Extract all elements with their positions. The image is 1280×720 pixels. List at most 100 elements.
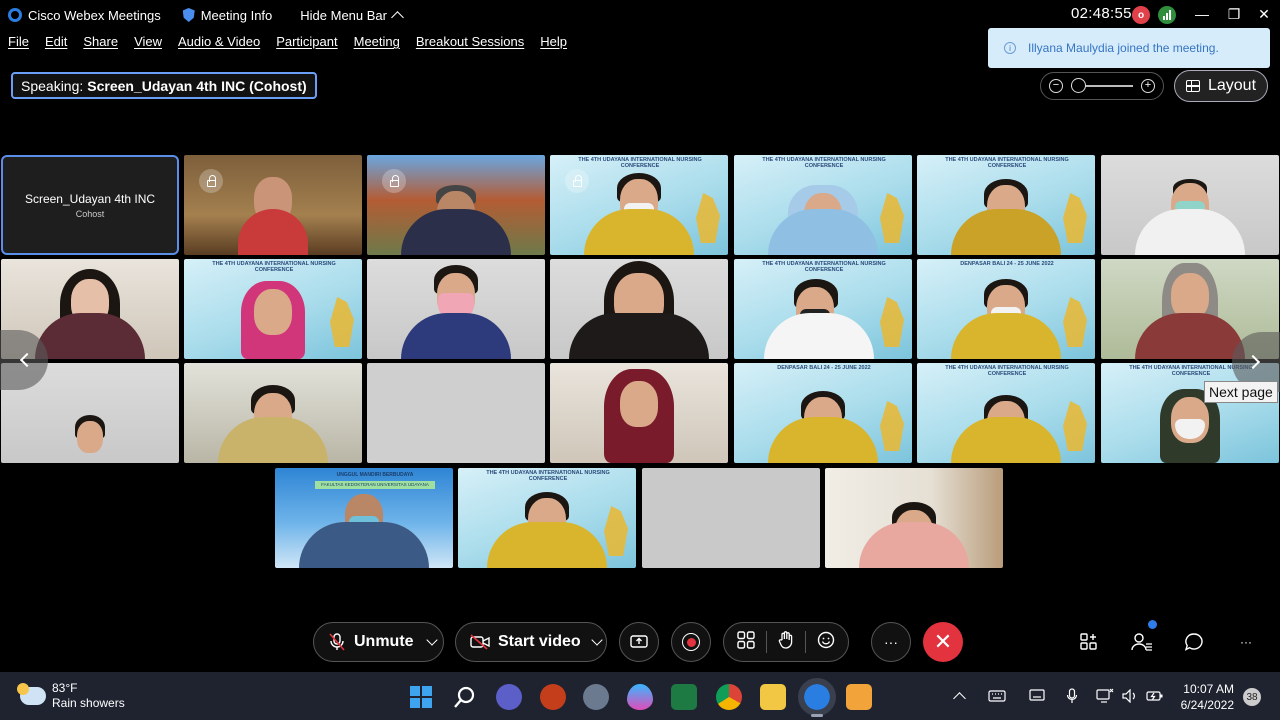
video-tile[interactable] — [1101, 155, 1279, 255]
chat-icon[interactable] — [1183, 632, 1205, 652]
speaker-name: Screen_Udayan 4th INC (Cohost) — [87, 77, 307, 94]
unmute-control: Unmute — [313, 622, 444, 662]
microphone-icon[interactable] — [1066, 688, 1078, 704]
system-time: 10:07 AM — [1183, 682, 1234, 696]
volume-icon[interactable] — [1122, 688, 1138, 704]
teams-chat-icon[interactable] — [496, 684, 522, 710]
video-tile[interactable]: UNGGUL MANDIRI BERBUDAYA FAKULTAS KEDOKT… — [275, 468, 453, 568]
self-video-tile[interactable]: Screen_Udayan 4th INC Cohost — [1, 155, 179, 255]
weather-condition: Rain showers — [52, 696, 125, 710]
video-tile[interactable] — [642, 468, 820, 568]
chevron-left-icon — [19, 352, 35, 368]
ornament-graphic — [880, 297, 904, 347]
system-date: 6/24/2022 — [1180, 698, 1234, 712]
meeting-info-label: Meeting Info — [200, 7, 273, 23]
weather-widget[interactable]: 83°F Rain showers — [17, 681, 125, 711]
hide-menu-label: Hide Menu Bar — [300, 7, 387, 23]
video-tile[interactable]: THE 4TH UDAYANA INTERNATIONAL NURSING CO… — [734, 259, 912, 359]
share-screen-button[interactable] — [619, 622, 659, 662]
meeting-info-button[interactable]: Meeting Info — [182, 7, 273, 23]
video-tile[interactable]: THE 4TH UDAYANA INTERNATIONAL NURSING CO… — [458, 468, 636, 568]
search-icon[interactable] — [452, 684, 478, 710]
zoom-slider[interactable] — [1071, 78, 1133, 93]
settings-icon[interactable] — [583, 684, 609, 710]
restore-button[interactable]: ❐ — [1222, 4, 1246, 24]
event-banner: DENPASAR BALI 24 - 25 JUNE 2022 — [960, 261, 1054, 267]
menu-edit[interactable]: Edit — [45, 34, 67, 56]
ornament-graphic — [1063, 401, 1087, 451]
zoom-out-icon[interactable]: − — [1049, 79, 1063, 93]
video-tile[interactable] — [367, 363, 545, 463]
network-icon[interactable] — [1096, 688, 1114, 704]
video-options-chevron-icon[interactable] — [591, 634, 603, 646]
close-window-button[interactable]: ✕ — [1252, 4, 1276, 24]
share-icon — [630, 635, 648, 648]
zoom-slider-handle[interactable] — [1071, 78, 1086, 93]
self-tile-name: Screen_Udayan 4th INC — [24, 191, 156, 206]
divider — [804, 631, 806, 653]
camera-off-icon[interactable] — [470, 634, 490, 650]
keyboard-icon[interactable] — [988, 688, 1006, 704]
start-video-button[interactable]: Start video — [498, 633, 581, 651]
system-clock[interactable]: 10:07 AM 6/24/2022 — [1170, 681, 1234, 713]
file-explorer-icon[interactable] — [760, 684, 786, 710]
media-player-icon[interactable] — [846, 684, 872, 710]
mic-muted-icon[interactable] — [328, 633, 346, 651]
video-tile[interactable] — [184, 363, 362, 463]
display-icon[interactable] — [1029, 688, 1045, 704]
side-more-icon[interactable]: ··· — [1235, 632, 1257, 652]
reactions-icon[interactable] — [817, 631, 835, 654]
excel-icon[interactable] — [671, 684, 697, 710]
layout-button[interactable]: Layout — [1174, 70, 1268, 102]
menu-audio-video[interactable]: Audio & Video — [178, 34, 260, 56]
notification-count-badge[interactable]: 38 — [1243, 688, 1261, 706]
paint-icon[interactable] — [627, 684, 653, 710]
menu-file[interactable]: File — [8, 34, 29, 56]
video-tile[interactable]: DENPASAR BALI 24 - 25 JUNE 2022 — [734, 363, 912, 463]
video-tile[interactable] — [184, 155, 362, 255]
menu-help[interactable]: Help — [540, 34, 567, 56]
conference-banner: THE 4TH UDAYANA INTERNATIONAL NURSING CO… — [762, 261, 886, 273]
zoom-in-icon[interactable]: + — [1141, 79, 1155, 93]
video-tile[interactable]: THE 4TH UDAYANA INTERNATIONAL NURSING CO… — [734, 155, 912, 255]
video-tile[interactable]: THE 4TH UDAYANA INTERNATIONAL NURSING CO… — [917, 363, 1095, 463]
unmute-button[interactable]: Unmute — [354, 633, 414, 651]
record-icon — [682, 633, 700, 651]
audio-options-chevron-icon[interactable] — [425, 634, 438, 646]
video-tile[interactable]: THE 4TH UDAYANA INTERNATIONAL NURSING CO… — [917, 155, 1095, 255]
record-button[interactable] — [671, 622, 711, 662]
video-tile[interactable] — [825, 468, 1003, 568]
hide-menu-bar-button[interactable]: Hide Menu Bar — [300, 7, 404, 24]
video-tile[interactable] — [367, 259, 545, 359]
network-health-icon[interactable] — [1158, 6, 1176, 24]
apps-add-icon[interactable] — [1079, 632, 1101, 652]
webex-taskbar-icon[interactable] — [798, 678, 836, 716]
menu-view[interactable]: View — [134, 34, 162, 56]
apps-grid-icon[interactable] — [737, 630, 756, 654]
video-tile[interactable]: THE 4TH UDAYANA INTERNATIONAL NURSING CO… — [550, 155, 728, 255]
ornament-graphic — [1063, 297, 1087, 347]
conference-banner: THE 4TH UDAYANA INTERNATIONAL NURSING CO… — [578, 157, 702, 169]
video-tile[interactable] — [550, 259, 728, 359]
windows-start-icon[interactable] — [408, 684, 434, 710]
leave-meeting-button[interactable]: ✕ — [923, 622, 963, 662]
video-tile[interactable]: THE 4TH UDAYANA INTERNATIONAL NURSING CO… — [184, 259, 362, 359]
menu-meeting[interactable]: Meeting — [354, 34, 400, 56]
raise-hand-icon[interactable] — [778, 630, 794, 654]
recording-indicator-icon[interactable]: o — [1132, 6, 1150, 24]
menu-participant[interactable]: Participant — [276, 34, 337, 56]
chrome-icon[interactable] — [716, 684, 742, 710]
battery-charging-icon[interactable] — [1146, 688, 1164, 704]
more-options-button[interactable]: ··· — [871, 622, 911, 662]
video-tile[interactable] — [550, 363, 728, 463]
minimize-button[interactable]: — — [1190, 4, 1214, 24]
tray-overflow-icon[interactable] — [953, 688, 966, 705]
video-tile[interactable]: DENPASAR BALI 24 - 25 JUNE 2022 — [917, 259, 1095, 359]
menu-breakout-sessions[interactable]: Breakout Sessions — [416, 34, 524, 56]
menu-share[interactable]: Share — [83, 34, 118, 56]
participants-icon[interactable] — [1131, 620, 1157, 652]
layout-label: Layout — [1207, 77, 1257, 94]
info-icon: i — [1004, 42, 1016, 54]
video-tile[interactable] — [367, 155, 545, 255]
powerpoint-icon[interactable] — [540, 684, 566, 710]
